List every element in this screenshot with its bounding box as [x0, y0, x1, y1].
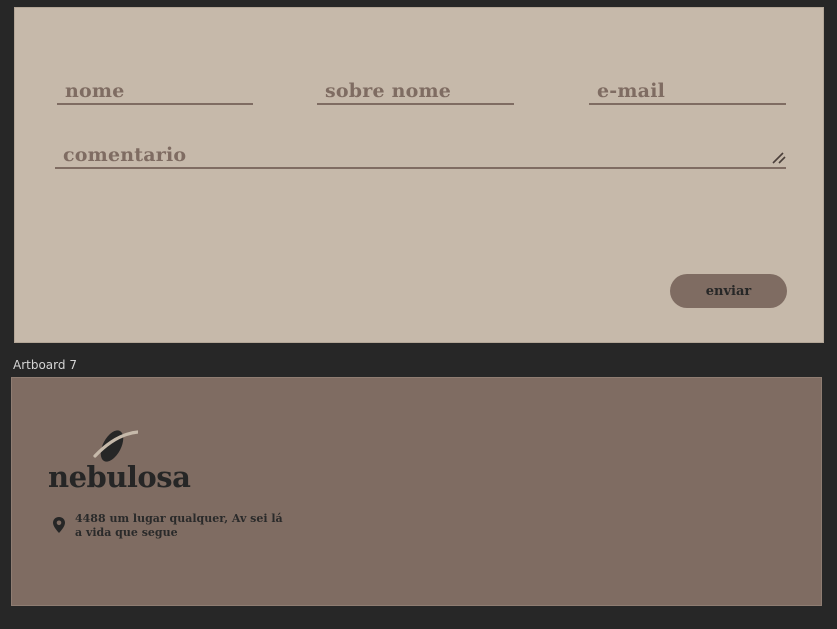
comment-field-label: comentario	[63, 144, 187, 166]
email-field[interactable]: e-mail	[589, 78, 786, 105]
location-pin-icon	[53, 517, 65, 533]
address-line-1: 4488 um lugar qualquer, Av sei lá	[75, 512, 283, 525]
name-field[interactable]: nome	[57, 78, 253, 105]
address-block: 4488 um lugar qualquer, Av sei lá a vida…	[52, 512, 283, 540]
address-line-2: a vida que segue	[75, 526, 178, 539]
email-field-label: e-mail	[597, 80, 666, 102]
send-button[interactable]: enviar	[670, 274, 787, 308]
contact-form-artboard: nome sobre nome e-mail comentario enviar	[14, 7, 824, 343]
address-text: 4488 um lugar qualquer, Av sei lá a vida…	[75, 512, 283, 540]
surname-field[interactable]: sobre nome	[317, 78, 514, 105]
name-field-label: nome	[65, 80, 125, 102]
artboard-label: Artboard 7	[13, 358, 77, 372]
brand-name: nebulosa	[48, 460, 191, 494]
surname-field-label: sobre nome	[325, 80, 452, 102]
resize-handle-icon[interactable]	[772, 152, 786, 164]
comment-field[interactable]: comentario	[55, 138, 786, 169]
footer-artboard: nebulosa 4488 um lugar qualquer, Av sei …	[11, 377, 822, 606]
